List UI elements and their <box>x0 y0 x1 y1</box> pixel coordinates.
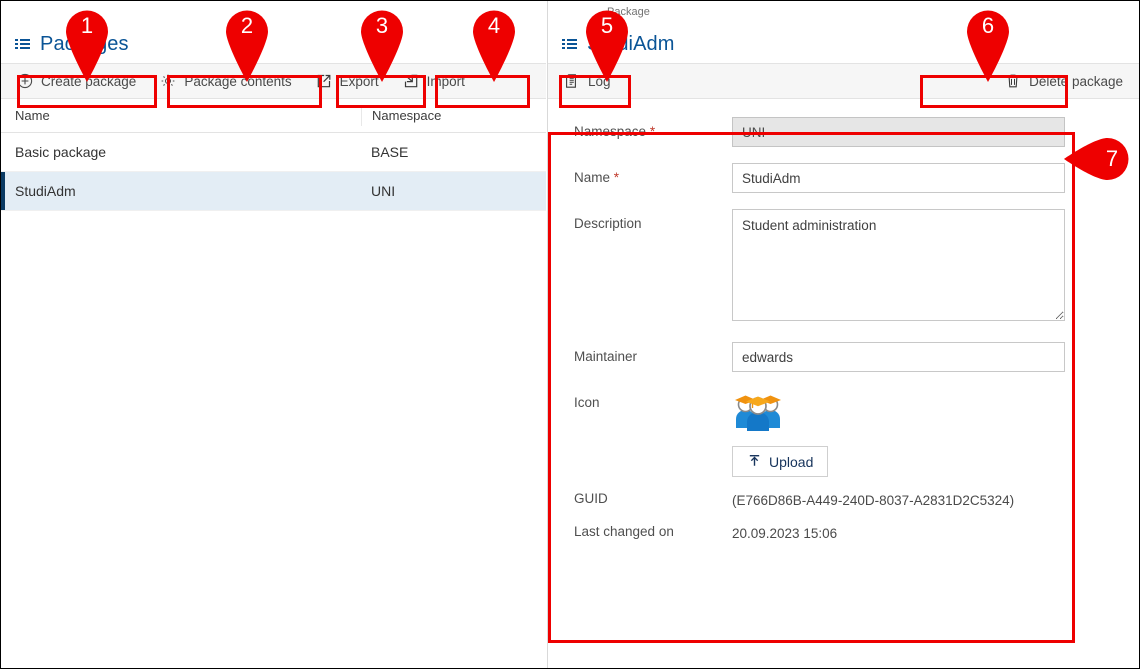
callout-pin-3: 3 <box>356 6 408 82</box>
list-icon <box>562 38 577 50</box>
callout-pin-5-label: 5 <box>600 13 614 38</box>
label-guid: GUID <box>574 491 608 506</box>
package-detail-toolbar: Log Delete package <box>548 63 1139 99</box>
required-marker: * <box>649 124 656 139</box>
upload-button[interactable]: Upload <box>732 446 829 477</box>
callout-pin-2-label: 2 <box>240 13 254 38</box>
upload-label: Upload <box>769 453 814 470</box>
column-header-name[interactable]: Name <box>1 108 361 123</box>
upload-arrow-icon <box>747 453 762 471</box>
toolbar-right-group: Delete package <box>995 68 1133 94</box>
callout-pin-7-label: 7 <box>1105 146 1119 171</box>
package-form: Namespace * Name * Description <box>548 99 1139 551</box>
label-name: Name * <box>574 163 732 186</box>
callout-pin-6-label: 6 <box>981 13 995 38</box>
label-name-text: Name <box>574 170 611 185</box>
callout-pin-1: 1 <box>61 6 113 82</box>
cell-namespace: UNI <box>371 183 396 199</box>
field-icon: Icon Upload <box>574 388 1117 477</box>
description-textarea[interactable] <box>732 209 1065 321</box>
students-group-icon <box>732 390 784 434</box>
label-namespace: Namespace * <box>574 117 732 140</box>
field-name: Name * <box>574 163 1117 193</box>
cell-name: StudiAdm <box>15 183 76 199</box>
log-document-icon <box>564 73 580 89</box>
package-detail-pane: Package StudiAdm Log Delete package Name… <box>547 1 1139 668</box>
callout-pin-7: 7 <box>1064 132 1140 186</box>
field-guid: GUID (E766D86B-A449-240D-8037-A2831D2C53… <box>574 487 1117 508</box>
table-row[interactable]: StudiAdm UNI <box>1 172 546 211</box>
package-detail-header: Package StudiAdm <box>548 1 1139 63</box>
application-window: Packages Create package <box>0 0 1140 669</box>
label-maintainer: Maintainer <box>574 349 638 364</box>
callout-pin-4-label: 4 <box>487 13 501 38</box>
delete-package-label: Delete package <box>1029 73 1123 89</box>
callout-pin-6: 6 <box>962 6 1014 82</box>
table-header-row: Name Namespace <box>1 99 546 133</box>
packages-pane: Packages Create package <box>1 1 546 668</box>
name-input[interactable] <box>732 163 1065 193</box>
field-description: Description <box>574 209 1117 326</box>
callout-pin-2: 2 <box>221 6 273 82</box>
required-marker: * <box>613 170 620 185</box>
callout-pin-5: 5 <box>581 6 633 82</box>
column-header-namespace[interactable]: Namespace <box>361 105 546 126</box>
label-last-changed: Last changed on <box>574 524 674 539</box>
cell-namespace: BASE <box>371 144 409 160</box>
last-changed-value: 20.09.2023 15:06 <box>732 526 838 541</box>
field-maintainer: Maintainer <box>574 342 1117 372</box>
label-description: Description <box>574 216 642 231</box>
plus-circle-icon <box>17 73 33 89</box>
callout-pin-1-label: 1 <box>80 13 94 38</box>
list-icon <box>15 38 30 50</box>
import-label: Import <box>426 73 465 89</box>
namespace-input <box>732 117 1065 147</box>
callout-pin-4: 4 <box>468 6 520 82</box>
label-namespace-text: Namespace <box>574 124 647 139</box>
gear-icon <box>160 73 176 89</box>
export-arrow-icon <box>316 73 332 89</box>
field-last-changed: Last changed on 20.09.2023 15:06 <box>574 520 1117 541</box>
callout-pin-3-label: 3 <box>375 13 389 38</box>
maintainer-input[interactable] <box>732 342 1065 372</box>
field-namespace: Namespace * <box>574 117 1117 147</box>
cell-name: Basic package <box>15 144 107 160</box>
table-row[interactable]: Basic package BASE <box>1 133 546 172</box>
label-icon: Icon <box>574 395 600 410</box>
guid-value: (E766D86B-A449-240D-8037-A2831D2C5324) <box>732 493 1015 508</box>
delete-package-button[interactable]: Delete package <box>995 68 1133 94</box>
packages-table: Name Namespace Basic package BASE StudiA… <box>1 99 546 211</box>
